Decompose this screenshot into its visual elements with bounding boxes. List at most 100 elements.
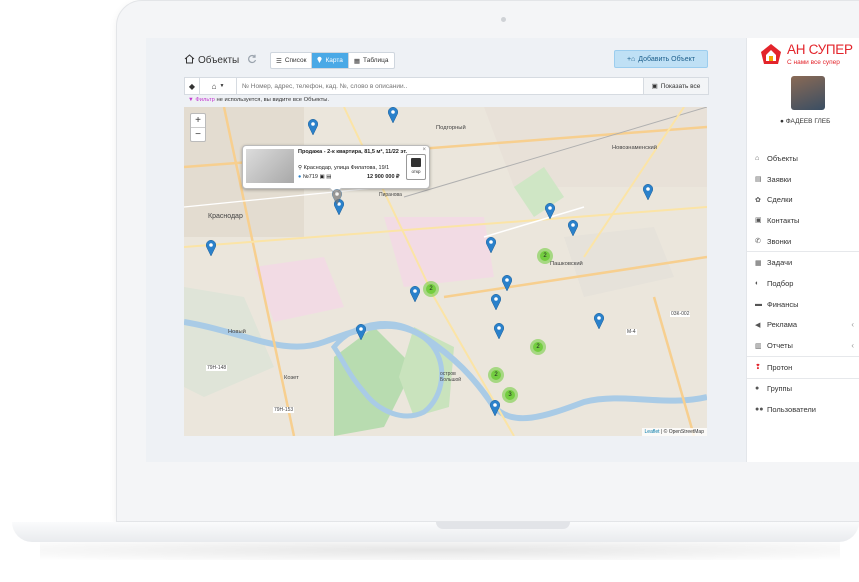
laptop-shadow <box>40 540 840 560</box>
leaflet-link[interactable]: Leaflet <box>645 429 660 435</box>
zoom-out-button[interactable]: − <box>191 128 205 141</box>
sidebar-item-match[interactable]: ◐ Подбор <box>747 273 859 294</box>
reports-icon: ▥ <box>755 342 762 350</box>
sidebar-menu: ⌂ Объекты ▤ Заявки ✿ Сделки ▣ Контакты ✆ Звон… <box>747 148 859 420</box>
copy-icon[interactable]: ▣ <box>319 174 324 180</box>
zoom-in-button[interactable]: + <box>191 114 205 128</box>
sidebar-item-objects[interactable]: ⌂ Объекты <box>747 148 859 169</box>
table-icon: ▦ <box>353 57 361 65</box>
map-pin-small-icon: ⚲ <box>298 165 303 171</box>
object-popup[interactable]: Продажа - 2-к квартира, 81,5 м², 11/22 э… <box>242 145 430 195</box>
map-marker-icon[interactable] <box>409 286 421 303</box>
map-cluster[interactable]: 2 <box>423 281 439 297</box>
view-switcher: ☰ Список Карта ▦ Таблица <box>270 52 395 69</box>
view-map-button[interactable]: Карта <box>312 53 349 68</box>
sidebar-item-proton[interactable]: ❢ Протон <box>747 357 859 378</box>
search-bar: ◆ ⌂ ▼ ▣ Показать все <box>184 77 709 95</box>
map-cluster[interactable]: 2 <box>488 367 504 383</box>
map-label-pashkovsky: Пашковский <box>550 261 583 267</box>
object-photo[interactable] <box>246 149 294 183</box>
sidebar-item-calls[interactable]: ✆ Звонки <box>747 231 859 252</box>
tasks-icon: ▦ <box>755 259 762 267</box>
add-object-button[interactable]: +⌂ Добавить Объект <box>614 50 708 68</box>
map-label-piranova: Пиранова <box>379 192 402 198</box>
proton-icon: ❢ <box>755 364 761 372</box>
map-label-79n148: 79Н-148 <box>206 365 228 371</box>
filter-icon: ▼ <box>188 97 194 103</box>
map-marker-icon[interactable] <box>355 324 367 341</box>
view-table-button[interactable]: ▦ Таблица <box>349 53 394 68</box>
search-input[interactable] <box>237 78 643 94</box>
map-marker-icon[interactable] <box>490 294 502 311</box>
sidebar-item-deals[interactable]: ✿ Сделки <box>747 189 859 210</box>
map-marker-icon[interactable] <box>489 400 501 417</box>
map-marker-icon[interactable] <box>593 313 605 330</box>
map-marker-icon[interactable] <box>387 107 399 124</box>
map-label-novoznamensky: Новознаменский <box>612 145 657 151</box>
sidebar-item-tasks[interactable]: ▦ Задачи <box>747 252 859 273</box>
app-screen: Объекты ☰ Список Карта ▦ Таблица +⌂ Доба… <box>146 38 859 462</box>
map-label-m4: М-4 <box>626 329 637 335</box>
users-icon: ●● <box>755 406 764 414</box>
filter-link[interactable]: Фильтр <box>195 97 214 103</box>
map-marker-icon[interactable] <box>501 275 513 292</box>
map-view[interactable]: Подгорный Новознаменский Краснодар Пашко… <box>184 107 707 436</box>
map-label-novy: Новый <box>228 329 246 335</box>
sidebar-item-ads[interactable]: ◀ Реклама ‹ <box>747 315 859 336</box>
eraser-icon[interactable]: ◆ <box>185 78 200 94</box>
sidebar-item-requests[interactable]: ▤ Заявки <box>747 169 859 190</box>
view-list-button[interactable]: ☰ Список <box>271 53 313 68</box>
main-area: Объекты ☰ Список Карта ▦ Таблица +⌂ Доба… <box>146 38 744 462</box>
sidebar: АН СУПЕР С нами все супер ● ФАДЕЕВ ГЛЕБ … <box>746 38 859 462</box>
chevron-down-icon: ▼ <box>219 83 225 89</box>
filter-notice: ▼ Фильтр не используется, вы видите все … <box>188 97 329 103</box>
map-marker-icon[interactable] <box>485 237 497 254</box>
contacts-icon: ▣ <box>755 217 762 225</box>
sidebar-item-contacts[interactable]: ▣ Контакты <box>747 210 859 231</box>
doc-icon[interactable]: ▤ <box>326 174 331 180</box>
map-label-krasnodar: Краснодар <box>208 213 243 220</box>
list-icon: ☰ <box>276 57 282 65</box>
brand-logo[interactable]: АН СУПЕР С нами все супер <box>759 40 859 70</box>
user-name[interactable]: ● ФАДЕЕВ ГЛЕБ <box>780 118 830 125</box>
zoom-control: + − <box>190 113 206 142</box>
sidebar-item-reports[interactable]: ▥ Отчеты ‹ <box>747 335 859 356</box>
popup-address: ⚲ Краснодар, улица Филатова, 19/1 <box>298 165 390 171</box>
show-all-label: Показать все <box>660 82 701 90</box>
filter-text: не используется, вы видите все Объекты. <box>216 97 330 103</box>
open-badge: откр <box>406 154 426 180</box>
view-table-label: Таблица <box>363 57 389 64</box>
map-label-podgorny: Подгорный <box>436 125 466 131</box>
groups-icon: ● <box>755 385 760 393</box>
view-list-label: Список <box>284 57 307 64</box>
map-marker-icon[interactable] <box>493 323 505 340</box>
sidebar-item-users[interactable]: ●● Пользователи <box>747 399 859 420</box>
match-icon: ◐ <box>755 279 760 287</box>
map-label-03k002: 03К-002 <box>670 311 691 317</box>
chevron-left-icon: ‹ <box>851 341 854 351</box>
map-marker-icon[interactable] <box>205 240 217 257</box>
type-select[interactable]: ⌂ ▼ <box>200 78 237 94</box>
sidebar-item-finance[interactable]: ▬ Финансы <box>747 294 859 315</box>
laptop-camera <box>501 17 506 22</box>
map-cluster[interactable]: 2 <box>537 248 553 264</box>
sidebar-item-groups[interactable]: ● Группы <box>747 379 859 400</box>
map-marker-icon[interactable] <box>642 184 654 201</box>
selected-marker-icon[interactable] <box>331 189 343 206</box>
map-cluster[interactable]: 3 <box>502 387 518 403</box>
home-icon: ⌂ <box>755 154 760 162</box>
home-select-icon: ⌂ <box>211 81 217 91</box>
map-marker-icon[interactable] <box>567 220 579 237</box>
show-all-button[interactable]: ▣ Показать все <box>643 78 708 94</box>
popup-title[interactable]: Продажа - 2-к квартира, 81,5 м², 11/22 э… <box>298 149 418 156</box>
refresh-icon[interactable] <box>247 54 257 67</box>
avatar[interactable] <box>791 76 825 110</box>
osm-attribution[interactable]: | © OpenStreetMap <box>661 429 704 435</box>
map-marker-icon[interactable] <box>307 119 319 136</box>
map-marker-icon[interactable] <box>544 203 556 220</box>
map-cluster[interactable]: 2 <box>530 339 546 355</box>
logo-title: АН СУПЕР <box>787 42 853 57</box>
popup-close-button[interactable]: × <box>422 147 426 153</box>
user-icon: ● <box>780 118 784 125</box>
logo-house-icon <box>761 44 781 64</box>
